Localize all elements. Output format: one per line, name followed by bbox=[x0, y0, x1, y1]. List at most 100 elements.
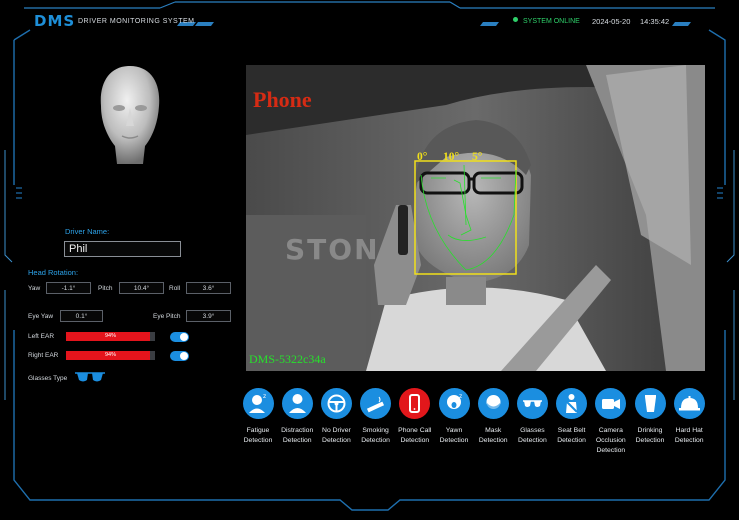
right-ear-label: Right EAR bbox=[28, 352, 59, 359]
detection-label-line: Phone Call bbox=[398, 427, 432, 434]
phone-call-detection-button[interactable]: Phone Call Detection bbox=[394, 388, 436, 446]
left-ear-toggle[interactable] bbox=[170, 332, 189, 342]
header-date: 2024-05-20 bbox=[592, 17, 631, 26]
phone-icon bbox=[399, 388, 431, 419]
fatigue-detection-button[interactable]: z Fatigue Detection bbox=[237, 388, 279, 446]
detection-label: Distraction Detection bbox=[276, 426, 318, 446]
seat-belt-icon bbox=[556, 388, 588, 419]
detection-label-line: Mask bbox=[485, 427, 502, 434]
sunglasses-icon bbox=[75, 372, 105, 382]
steering-wheel-icon bbox=[320, 388, 352, 419]
detection-label-line: Fatigue bbox=[246, 427, 270, 434]
right-ear-bar: 94% bbox=[66, 351, 155, 360]
detection-label-line: Detection bbox=[282, 437, 312, 444]
detection-label-line: No Driver bbox=[322, 427, 351, 434]
app-logo: DMS bbox=[34, 12, 76, 30]
eye-yaw-label: Eye Yaw bbox=[28, 313, 54, 320]
detection-label: Seat Belt Detection bbox=[551, 426, 593, 446]
right-ear-value: 94% bbox=[104, 352, 116, 358]
yaw-label: Yaw bbox=[28, 285, 41, 292]
yawn-icon: z bbox=[438, 388, 470, 419]
angle-readout-2: 10° bbox=[443, 151, 460, 163]
right-ear-toggle[interactable] bbox=[170, 351, 189, 361]
eye-pitch-label: Eye Pitch bbox=[153, 313, 181, 320]
driver-name-label: Driver Name: bbox=[65, 227, 110, 236]
distraction-icon bbox=[281, 388, 313, 419]
head-rotation-title: Head Rotation: bbox=[28, 268, 79, 277]
mask-detection-button[interactable]: Mask Detection bbox=[472, 388, 514, 446]
head-model-3d bbox=[100, 66, 160, 164]
glasses-icon bbox=[516, 388, 548, 419]
seat-belt-detection-button[interactable]: Seat Belt Detection bbox=[551, 388, 593, 446]
detection-label-line: Detection bbox=[361, 437, 390, 444]
device-id: DMS-5322c34a bbox=[249, 352, 326, 366]
left-ear-value: 94% bbox=[104, 333, 116, 339]
svg-text:z: z bbox=[263, 393, 266, 400]
camera-feed bbox=[246, 65, 705, 371]
drinking-detection-button[interactable]: Drinking Detection bbox=[629, 388, 671, 446]
yaw-value: -1.1° bbox=[46, 282, 91, 294]
header-time: 14:35:42 bbox=[640, 17, 670, 26]
detection-label-line: Detection bbox=[400, 437, 430, 444]
detection-label-line: Detection bbox=[439, 437, 469, 444]
detection-label-line: Detection bbox=[518, 437, 547, 444]
hard-hat-detection-button[interactable]: Hard Hat Detection bbox=[668, 388, 710, 446]
detection-label-line: Detection bbox=[243, 437, 273, 444]
app-subtitle: DRIVER MONITORING SYSTEM bbox=[78, 18, 195, 25]
pitch-label: Pitch bbox=[98, 285, 113, 292]
detection-label-line: Detection bbox=[674, 437, 704, 444]
detection-label-line: Detection bbox=[635, 437, 665, 444]
detection-label-line: Seat Belt bbox=[557, 427, 586, 434]
detection-label-line: Detection bbox=[478, 437, 508, 444]
detected-event-label: Phone bbox=[253, 87, 312, 112]
detection-label: Mask Detection bbox=[472, 426, 514, 446]
video-watermark: STON bbox=[285, 233, 380, 266]
detection-label-line: Distraction bbox=[281, 427, 314, 434]
detection-label: Camera Occlusion Detection bbox=[590, 426, 632, 456]
no-driver-detection-button[interactable]: No Driver Detection bbox=[315, 388, 357, 446]
detection-label-line: Glasses bbox=[520, 427, 545, 434]
detection-label: Smoking Detection bbox=[355, 426, 397, 446]
angle-readout-1: 0° bbox=[417, 151, 428, 163]
detection-label-line: Camera bbox=[598, 427, 623, 434]
cup-icon bbox=[634, 388, 666, 419]
svg-text:z: z bbox=[459, 393, 462, 400]
detection-label-line: Detection bbox=[557, 437, 586, 444]
distraction-detection-button[interactable]: Distraction Detection bbox=[276, 388, 318, 446]
detection-label-line: Drinking bbox=[637, 427, 663, 434]
detection-label-line: Smoking bbox=[362, 427, 389, 434]
camera-feed-image bbox=[246, 65, 705, 371]
left-ear-bar: 94% bbox=[66, 332, 155, 341]
detection-label-line: Hard Hat bbox=[675, 427, 703, 434]
pitch-value: 10.4° bbox=[119, 282, 164, 294]
detection-label-line: Occlusion bbox=[595, 437, 626, 444]
eye-yaw-value: 0.1° bbox=[60, 310, 103, 322]
roll-label: Roll bbox=[169, 285, 181, 292]
glasses-detection-button[interactable]: Glasses Detection bbox=[511, 388, 553, 446]
system-status: SYSTEM ONLINE bbox=[513, 17, 580, 25]
hard-hat-icon bbox=[673, 388, 705, 419]
yawn-detection-button[interactable]: z Yawn Detection bbox=[433, 388, 475, 446]
detection-label-line: Detection bbox=[322, 437, 351, 444]
eye-pitch-value: 3.9° bbox=[186, 310, 231, 322]
detection-label-line: Yawn bbox=[445, 427, 463, 434]
left-ear-label: Left EAR bbox=[28, 333, 55, 340]
system-status-text: SYSTEM ONLINE bbox=[523, 18, 580, 25]
detection-label: No Driver Detection bbox=[315, 426, 357, 446]
camera-occlusion-detection-button[interactable]: Camera Occlusion Detection bbox=[590, 388, 632, 456]
angle-readout-3: 5° bbox=[472, 151, 483, 163]
detection-label: Yawn Detection bbox=[433, 426, 475, 446]
glasses-type-label: Glasses Type bbox=[28, 375, 68, 382]
detection-label: Glasses Detection bbox=[511, 426, 553, 446]
detection-label: Drinking Detection bbox=[629, 426, 671, 446]
detection-label: Fatigue Detection bbox=[237, 426, 279, 446]
fatigue-icon: z bbox=[242, 388, 274, 419]
status-dot-icon bbox=[513, 17, 518, 22]
mask-icon bbox=[477, 388, 509, 419]
roll-value: 3.6° bbox=[186, 282, 231, 294]
cigarette-icon bbox=[360, 388, 392, 419]
smoking-detection-button[interactable]: Smoking Detection bbox=[355, 388, 397, 446]
detection-label: Phone Call Detection bbox=[394, 426, 436, 446]
driver-name-input[interactable] bbox=[64, 241, 181, 257]
detection-label-line: Detection bbox=[596, 447, 626, 454]
